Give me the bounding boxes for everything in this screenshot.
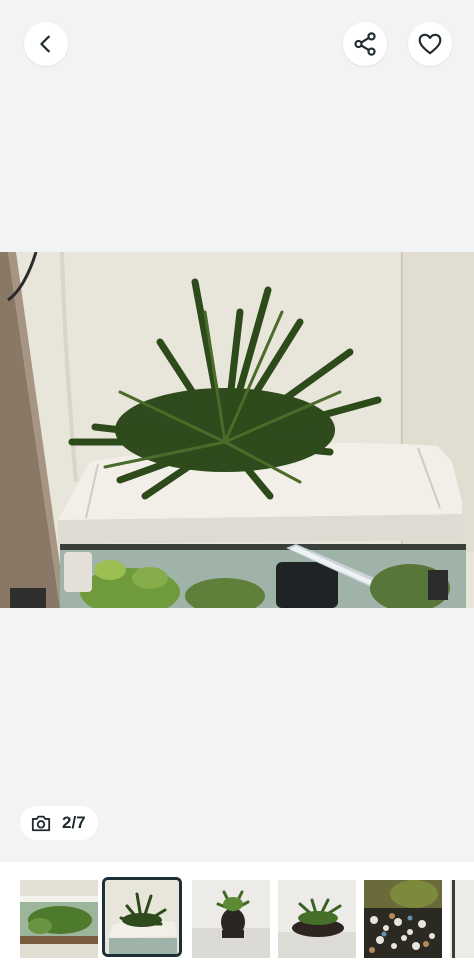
main-photo[interactable]	[0, 252, 474, 608]
thumbnail-1[interactable]	[20, 880, 98, 958]
camera-icon	[31, 815, 51, 832]
favorite-button[interactable]	[408, 22, 452, 66]
top-bar	[0, 22, 474, 68]
heart-icon	[418, 33, 442, 55]
thumbnail-5[interactable]	[364, 880, 442, 958]
thumbnail-2[interactable]	[102, 877, 182, 957]
chevron-left-icon	[40, 35, 50, 53]
thumbnail-6[interactable]	[450, 880, 474, 958]
photo-counter-text: 2/7	[62, 813, 86, 832]
listing-gallery: 2/7	[0, 0, 474, 962]
share-icon	[354, 32, 376, 56]
share-button[interactable]	[343, 22, 387, 66]
back-button[interactable]	[24, 22, 68, 66]
thumbnail-strip[interactable]	[0, 862, 474, 962]
photo-counter: 2/7	[20, 806, 98, 840]
thumbnail-4[interactable]	[278, 880, 356, 958]
thumbnail-3[interactable]	[192, 880, 270, 958]
